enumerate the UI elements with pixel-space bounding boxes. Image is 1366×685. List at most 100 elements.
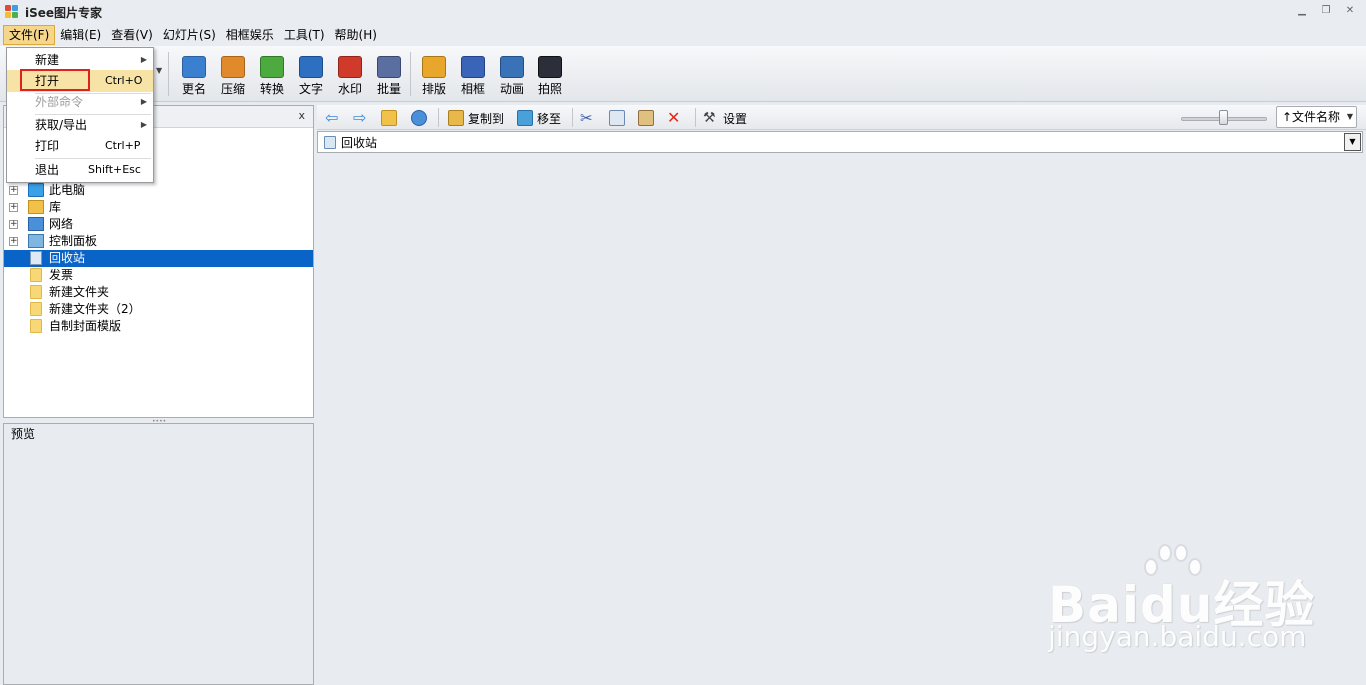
paste-icon [638,110,654,126]
photo-frame-icon [461,56,485,78]
restore-icon[interactable]: ❐ [1318,4,1334,18]
menu-file[interactable]: 文件(F) [3,25,56,45]
menu-help[interactable]: 帮助(H) [330,25,382,45]
photo-frame-button[interactable]: 相框 [455,54,491,100]
back-button[interactable]: ⇦ [325,109,341,127]
convert-icon [260,56,284,78]
rename-icon [182,56,206,78]
animation-icon [500,56,524,78]
tree-item-new-folder-2[interactable]: 新建文件夹（2） [4,301,313,318]
animation-button[interactable]: 动画 [494,54,530,100]
menu-tools[interactable]: 工具(T) [279,25,330,45]
close-panel-icon[interactable]: x [298,109,305,122]
network-icon [28,217,44,231]
delete-button[interactable]: ✕ [667,109,683,127]
address-bar[interactable]: 回收站 ▼ [317,131,1363,153]
toolbar-separator [410,52,411,96]
forward-arrow-icon: ⇨ [353,108,367,127]
menu-item-new[interactable]: 新建 ▶ [7,49,153,71]
menu-item-external-command: 外部命令 ▶ [7,91,153,113]
baidu-watermark: Baidu经验 jingyan.baidu.com [1046,540,1336,665]
toolbar-dropdown-caret[interactable]: ▼ [156,66,162,75]
copy-button[interactable] [609,109,625,127]
copy-to-button[interactable]: 复制到 [448,109,504,127]
menu-item-print[interactable]: 打印 Ctrl+P [7,135,153,157]
toolbar-separator [168,52,169,96]
control-panel-icon [28,234,44,248]
folder-up-icon [381,110,397,126]
menu-bar: 文件(F) 编辑(E) 查看(V) 幻灯片(S) 相框娱乐 工具(T) 帮助(H… [0,24,1366,46]
highlight-annotation-box [20,69,90,91]
tree-item-control-panel[interactable]: + 控制面板 [4,233,313,250]
refresh-button[interactable] [411,109,427,127]
expand-icon[interactable]: + [9,220,18,229]
submenu-arrow-icon: ▶ [140,97,147,106]
camera-icon [538,56,562,78]
toolbar-separator [572,108,573,127]
computer-icon [28,183,44,197]
address-dropdown-button[interactable]: ▼ [1344,133,1361,151]
sort-select[interactable]: ↑文件名称 ▼ [1276,106,1357,128]
rename-button[interactable]: 更名 [176,54,212,100]
tools-icon: ⚒ [703,110,716,126]
camera-button[interactable]: 拍照 [532,54,568,100]
library-icon [28,200,44,214]
cut-button[interactable]: ✂ [580,109,596,127]
batch-button[interactable]: 批量 [371,54,407,100]
watermark-button[interactable]: 水印 [332,54,368,100]
copy-to-icon [448,110,464,126]
up-folder-button[interactable] [381,109,397,127]
tree-item-this-pc[interactable]: + 此电脑 [4,182,313,199]
toolbar-separator [695,108,696,127]
copy-icon [609,110,625,126]
paste-button[interactable] [638,109,654,127]
window-title: iSee图片专家 [25,5,103,20]
watermark-icon [338,56,362,78]
layout-button[interactable]: 排版 [416,54,452,100]
watermark-url: jingyan.baidu.com [1048,620,1307,653]
menu-view[interactable]: 查看(V) [106,25,158,45]
move-to-button[interactable]: 移至 [517,109,561,127]
compress-button[interactable]: 压缩 [215,54,251,100]
tree-item-recycle-bin[interactable]: 回收站 [4,250,313,267]
tree-item-invoice[interactable]: 发票 [4,267,313,284]
minimize-icon[interactable]: ▁ [1294,4,1310,18]
back-arrow-icon: ⇦ [325,108,339,127]
refresh-icon [411,110,427,126]
slider-thumb[interactable] [1219,110,1228,125]
toolbar-separator [438,108,439,127]
menu-edit[interactable]: 编辑(E) [55,25,106,45]
submenu-arrow-icon: ▶ [140,55,147,64]
settings-button[interactable]: ⚒ 设置 [703,109,747,127]
convert-button[interactable]: 转换 [254,54,290,100]
folder-icon [30,302,42,316]
main-toolbar: 更名 压缩 转换 文字 水印 批量 排版 相框 动画 拍照 [0,46,1366,102]
menu-item-exit[interactable]: 退出 Shift+Esc [7,159,153,181]
file-menu-dropdown: 新建 ▶ 打开 Ctrl+O 外部命令 ▶ 获取/导出 ▶ 打印 Ctrl+P … [6,47,154,183]
tree-item-cover-templates[interactable]: 自制封面模版 [4,318,313,335]
tree-item-network[interactable]: + 网络 [4,216,313,233]
app-logo-icon [5,5,19,19]
expand-icon[interactable]: + [9,186,18,195]
layout-icon [422,56,446,78]
folder-icon [30,268,42,282]
preview-panel: 预览 [3,423,314,685]
close-window-icon[interactable]: ✕ [1342,4,1358,18]
delete-icon: ✕ [667,108,681,127]
expand-icon[interactable]: + [9,203,18,212]
recycle-bin-icon [30,251,42,265]
chevron-down-icon: ▼ [1346,112,1353,121]
menu-slideshow[interactable]: 幻灯片(S) [158,25,221,45]
sort-label: ↑文件名称 [1282,110,1341,124]
expand-icon[interactable]: + [9,237,18,246]
text-button[interactable]: 文字 [293,54,329,100]
submenu-arrow-icon: ▶ [140,120,147,129]
folder-tree: + 此电脑 + 库 + 网络 + 控制面板 回收站 发票 新建文件夹 新建文件夹… [4,182,313,335]
forward-button[interactable]: ⇨ [353,109,369,127]
tree-item-library[interactable]: + 库 [4,199,313,216]
preview-title: 预览 [11,427,36,441]
menu-frame-fun[interactable]: 相框娱乐 [221,25,279,45]
menu-item-acquire-export[interactable]: 获取/导出 ▶ [7,114,153,136]
move-to-icon [517,110,533,126]
tree-item-new-folder[interactable]: 新建文件夹 [4,284,313,301]
